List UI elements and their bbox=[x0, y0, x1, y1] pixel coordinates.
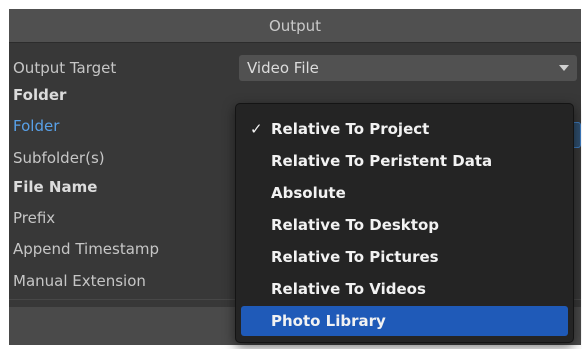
menu-item-label: Relative To Pictures bbox=[271, 248, 439, 266]
manual-extension-label: Manual Extension bbox=[13, 272, 146, 290]
file-name-section-title: File Name bbox=[13, 178, 98, 196]
menu-item-label: Absolute bbox=[271, 184, 346, 202]
menu-item-absolute[interactable]: Absolute bbox=[241, 178, 568, 208]
menu-item-label: Relative To Peristent Data bbox=[271, 152, 493, 170]
menu-item-relative-to-videos[interactable]: Relative To Videos bbox=[241, 274, 568, 304]
menu-item-photo-library[interactable]: Photo Library bbox=[241, 306, 568, 336]
menu-item-relative-to-persistent-data[interactable]: Relative To Peristent Data bbox=[241, 146, 568, 176]
output-target-value: Video File bbox=[247, 59, 319, 77]
menu-item-label: Photo Library bbox=[271, 312, 386, 330]
menu-item-label: Relative To Project bbox=[271, 120, 430, 138]
prefix-label: Prefix bbox=[13, 209, 56, 227]
chevron-down-icon bbox=[559, 65, 569, 71]
panel-header: Output bbox=[9, 9, 581, 43]
folder-location-menu: ✓ Relative To Project Relative To Perist… bbox=[235, 103, 574, 343]
subfolder-label: Subfolder(s) bbox=[13, 149, 105, 167]
checkmark-icon: ✓ bbox=[250, 120, 263, 138]
menu-item-label: Relative To Desktop bbox=[271, 216, 439, 234]
menu-item-relative-to-pictures[interactable]: Relative To Pictures bbox=[241, 242, 568, 272]
menu-item-relative-to-project[interactable]: ✓ Relative To Project bbox=[241, 114, 568, 144]
output-target-label: Output Target bbox=[13, 59, 117, 77]
folder-section-title: Folder bbox=[13, 86, 67, 104]
menu-item-label: Relative To Videos bbox=[271, 280, 426, 298]
folder-label: Folder bbox=[13, 117, 60, 135]
append-timestamp-label: Append Timestamp bbox=[13, 240, 160, 258]
output-target-dropdown[interactable]: Video File bbox=[239, 55, 577, 81]
menu-item-relative-to-desktop[interactable]: Relative To Desktop bbox=[241, 210, 568, 240]
